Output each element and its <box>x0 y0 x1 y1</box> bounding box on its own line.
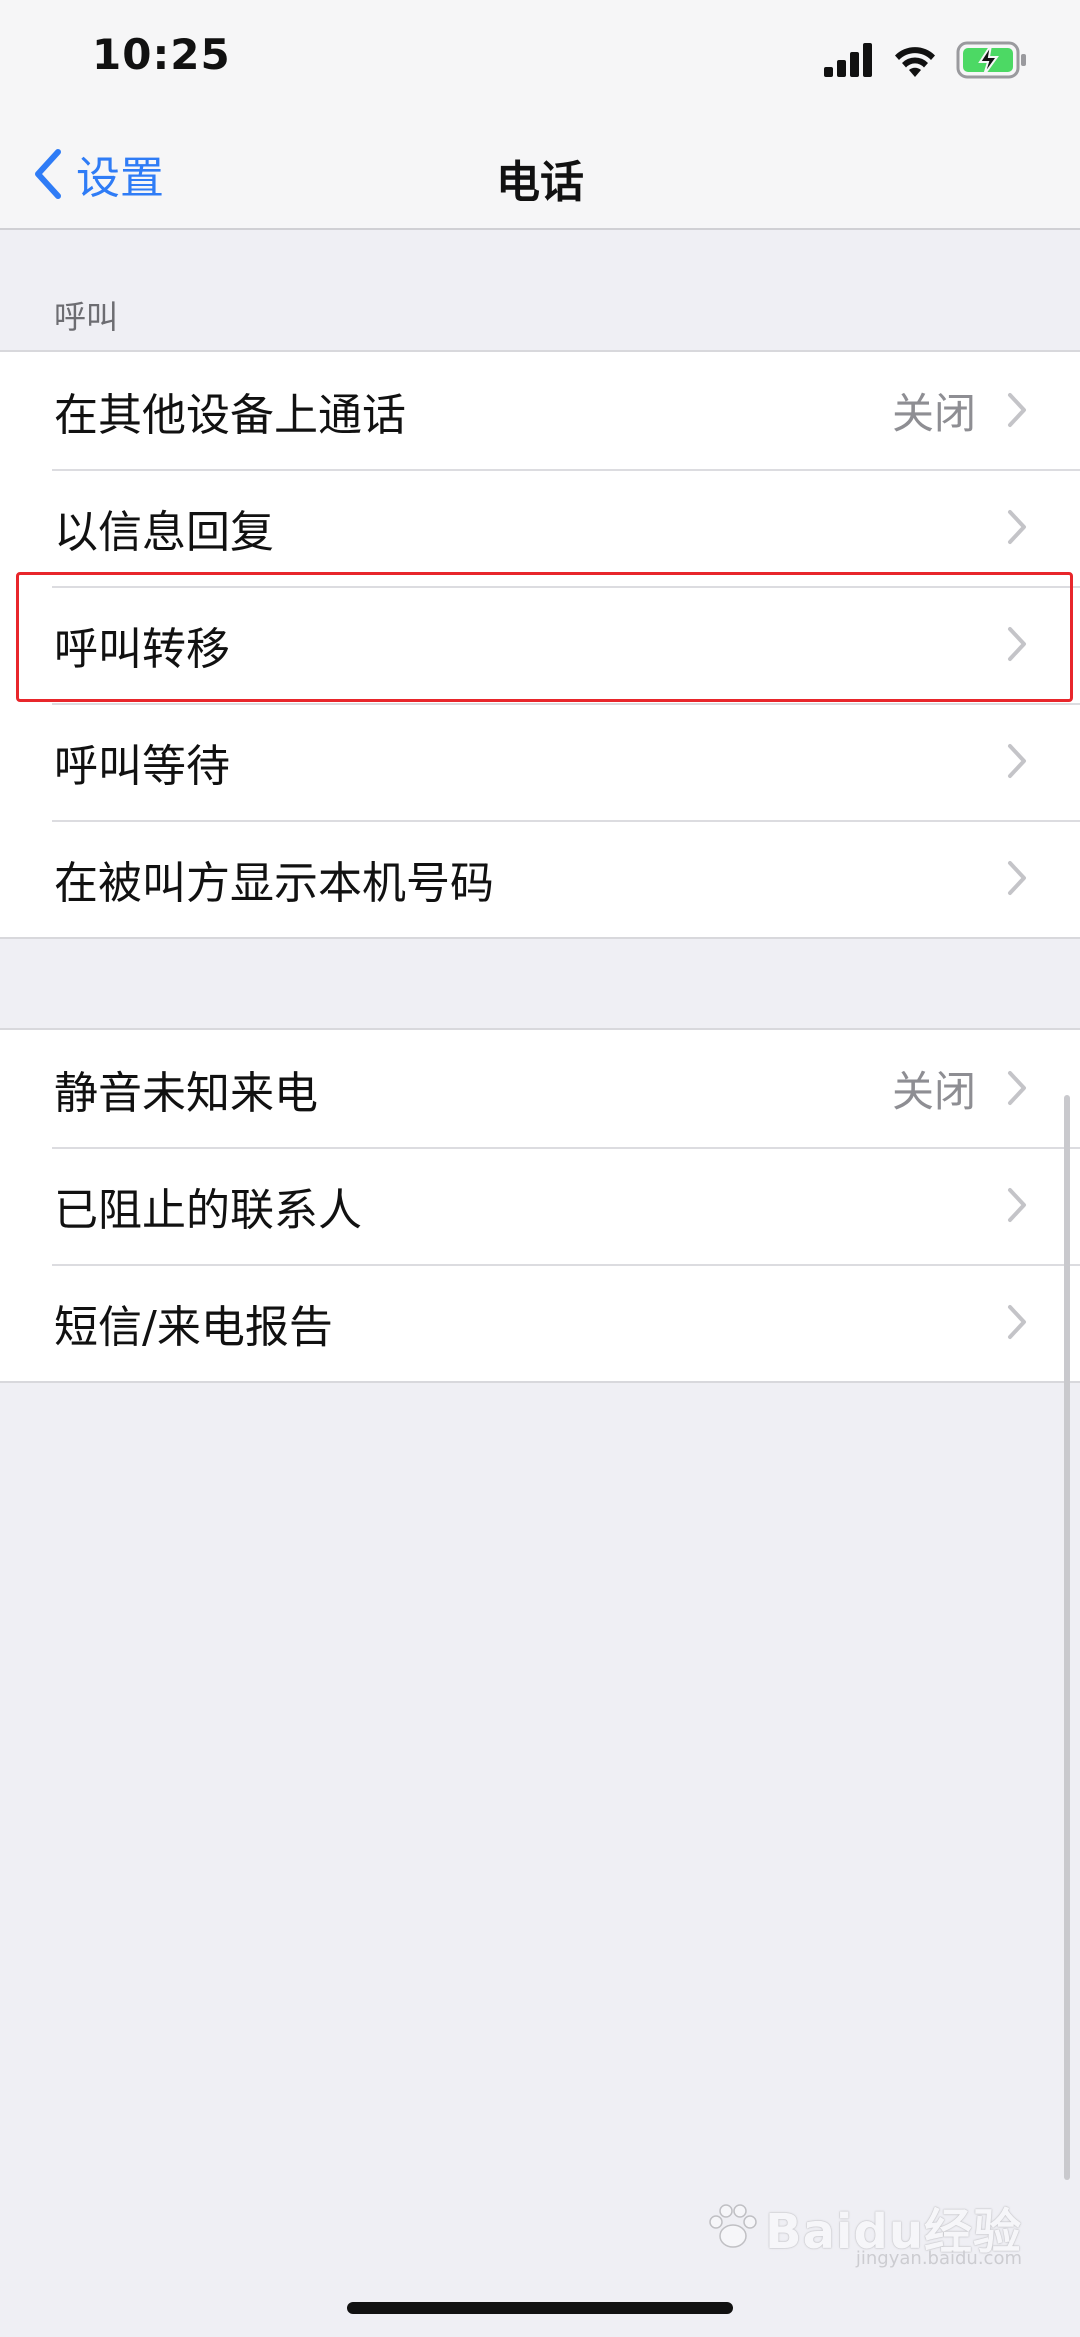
page-title: 电话 <box>496 157 584 208</box>
paw-logo-icon <box>709 2204 757 2248</box>
row-value: 关闭 <box>891 1067 976 1116</box>
watermark-url: jingyan.baidu.com <box>855 2248 1022 2269</box>
home-indicator[interactable] <box>347 2302 733 2314</box>
battery-charging-icon <box>956 41 1026 79</box>
row-label: 以信息回复 <box>54 506 274 558</box>
sms-call-reporting-row[interactable]: 短信/来电报告 <box>0 1264 1080 1381</box>
call-forwarding-row[interactable]: 呼叫转移 <box>0 586 1080 703</box>
status-bar: 10:25 <box>0 0 1080 120</box>
call-waiting-row[interactable]: 呼叫等待 <box>0 703 1080 820</box>
calls-on-other-devices-row[interactable]: 在其他设备上通话 关闭 <box>0 352 1080 469</box>
chevron-right-icon <box>1008 744 1026 778</box>
blocking-settings-group: 静音未知来电 关闭 已阻止的联系人 短信/来电报告 <box>0 1028 1080 1383</box>
row-label: 呼叫等待 <box>54 740 230 792</box>
chevron-right-icon <box>1008 1188 1026 1222</box>
scroll-indicator <box>1064 1095 1070 2180</box>
phone-settings-screen: 10:25 设置 电话 呼叫 在其他设备上通话 关闭 以信息回复 呼叫转移 呼叫… <box>0 0 1080 2337</box>
silence-unknown-callers-row[interactable]: 静音未知来电 关闭 <box>0 1030 1080 1147</box>
calls-settings-group: 在其他设备上通话 关闭 以信息回复 呼叫转移 呼叫等待 在被叫方显示本机号码 <box>0 350 1080 939</box>
blocked-contacts-row[interactable]: 已阻止的联系人 <box>0 1147 1080 1264</box>
baidu-watermark: Baidu经验 jingyan.baidu.com <box>707 2192 1022 2269</box>
row-label: 在被叫方显示本机号码 <box>54 857 494 909</box>
row-label: 在其他设备上通话 <box>54 389 406 441</box>
row-label: 短信/来电报告 <box>54 1301 333 1353</box>
wifi-icon <box>895 47 935 77</box>
chevron-right-icon <box>1008 1305 1026 1339</box>
chevron-right-icon <box>1008 393 1026 427</box>
chevron-right-icon <box>1008 627 1026 661</box>
chevron-right-icon <box>1008 1071 1026 1105</box>
row-label: 已阻止的联系人 <box>54 1184 362 1236</box>
cellular-signal-icon <box>824 43 872 77</box>
respond-with-text-row[interactable]: 以信息回复 <box>0 469 1080 586</box>
row-label: 呼叫转移 <box>54 623 230 675</box>
row-label: 静音未知来电 <box>54 1067 318 1119</box>
row-value: 关闭 <box>891 389 976 438</box>
chevron-right-icon <box>1008 510 1026 544</box>
show-caller-id-row[interactable]: 在被叫方显示本机号码 <box>0 820 1080 937</box>
section-header-calls: 呼叫 <box>54 298 119 336</box>
navigation-bar: 设置 电话 <box>0 120 1080 230</box>
status-time: 10:25 <box>92 30 231 79</box>
status-icons <box>824 38 1028 82</box>
chevron-right-icon <box>1008 861 1026 895</box>
